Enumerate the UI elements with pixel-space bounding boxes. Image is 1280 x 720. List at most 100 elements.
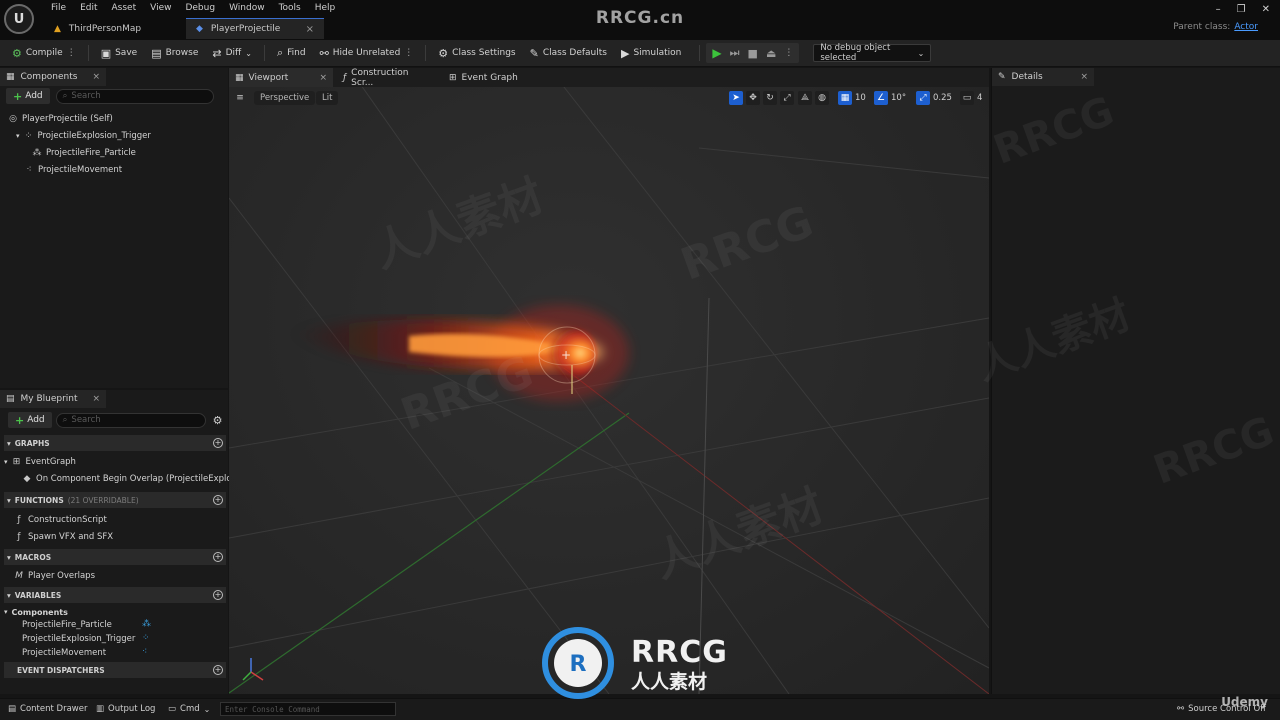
tab-viewport[interactable]: ▦ Viewport × bbox=[229, 68, 333, 87]
world-space-icon[interactable]: ◍ bbox=[815, 91, 829, 105]
console-command-input[interactable]: Enter Console Command bbox=[220, 702, 396, 716]
component-item-explosion-trigger[interactable]: ▾ ⁘ ProjectileExplosion_Trigger bbox=[16, 128, 151, 144]
fire-projectile[interactable]: + bbox=[289, 305, 629, 401]
blueprint-toolbar: ⚙ Compile ⋮ ▣ Save ▤ Browse ⇄ Diff ⌄ ⌕ F… bbox=[0, 40, 1280, 67]
scale-snap[interactable]: ⤢ 0.25 bbox=[916, 91, 952, 105]
play-options-icon[interactable]: ⋮ bbox=[784, 48, 793, 58]
components-search-input[interactable]: ⌕ Search bbox=[55, 88, 214, 104]
component-item-projectile-movement[interactable]: ⁖ ProjectileMovement bbox=[24, 162, 122, 178]
watermark-logo-icon: R bbox=[542, 627, 614, 699]
add-variable-icon[interactable]: + bbox=[213, 590, 223, 600]
step-icon[interactable]: ⏭ bbox=[730, 46, 740, 60]
tab-label: Viewport bbox=[248, 72, 289, 83]
my-blueprint-search-input[interactable]: ⌕ Search bbox=[55, 412, 206, 428]
tab-my-blueprint[interactable]: ▤ My Blueprint × bbox=[0, 390, 106, 408]
details-tab-label: Details bbox=[1011, 72, 1043, 82]
play-controls: ▶ ⏭ ■ ⏏ ⋮ bbox=[706, 43, 800, 63]
function-icon: ƒ bbox=[17, 515, 21, 525]
add-component-button[interactable]: + Add bbox=[6, 88, 50, 104]
add-function-icon[interactable]: + bbox=[213, 495, 223, 505]
sphere-collision-icon: ⁘ bbox=[24, 131, 33, 141]
event-dispatchers-section-header[interactable]: EVENT DISPATCHERS + bbox=[4, 662, 226, 678]
watermark-logo-text: RRCG bbox=[631, 635, 728, 670]
watermark-text: RRCG bbox=[1147, 408, 1280, 494]
tab-construction-script[interactable]: ƒ Construction Scr... bbox=[337, 68, 437, 88]
macro-item-player-overlaps[interactable]: M Player Overlaps bbox=[14, 568, 95, 584]
add-macro-icon[interactable]: + bbox=[213, 552, 223, 562]
stop-icon[interactable]: ■ bbox=[748, 47, 758, 60]
variable-item-projectile-movement[interactable]: ProjectileMovement bbox=[22, 645, 106, 661]
tab-details[interactable]: ✎ Details × bbox=[992, 68, 1094, 86]
content-drawer-button[interactable]: ▤ Content Drawer bbox=[8, 702, 87, 716]
save-button[interactable]: ▣ Save bbox=[95, 42, 144, 64]
search-placeholder: Search bbox=[71, 91, 101, 101]
surface-snapping-icon[interactable]: ⟁ bbox=[798, 91, 812, 105]
hide-unrelated-button[interactable]: ⚯ Hide Unrelated ⋮ bbox=[314, 42, 420, 64]
settings-gear-icon[interactable]: ⚙ bbox=[213, 414, 223, 427]
function-icon: ƒ bbox=[343, 72, 347, 83]
class-defaults-button[interactable]: ✎ Class Defaults bbox=[524, 42, 613, 64]
pivot-marker-icon: + bbox=[561, 348, 571, 362]
graph-item-eventgraph[interactable]: ▾ ⊞ EventGraph bbox=[4, 454, 76, 470]
rotate-icon[interactable]: ↻ bbox=[763, 91, 777, 105]
output-log-button[interactable]: ▥ Output Log bbox=[96, 702, 155, 716]
variables-section-header[interactable]: ▾ VARIABLES + bbox=[4, 587, 226, 603]
camera-speed[interactable]: ▭ 4 bbox=[960, 91, 982, 105]
view-mode-button[interactable]: Perspective bbox=[254, 91, 316, 105]
section-title: GRAPHS bbox=[14, 438, 50, 448]
separator bbox=[87, 45, 89, 61]
tab-components[interactable]: ▦ Components × bbox=[0, 68, 106, 86]
add-label: Add bbox=[25, 91, 43, 101]
compile-options-icon[interactable]: ⋮ bbox=[67, 48, 76, 58]
graph-tabs: ▦ Viewport × ƒ Construction Scr... ⊞ Eve… bbox=[229, 68, 989, 88]
variable-label: ProjectileFire_Particle bbox=[22, 620, 112, 630]
scale-icon[interactable]: ⤢ bbox=[780, 91, 794, 105]
compile-label: Compile bbox=[25, 48, 63, 58]
grid-snap[interactable]: ▦ 10 bbox=[838, 91, 866, 105]
simulation-label: Simulation bbox=[633, 48, 682, 58]
debug-object-select[interactable]: No debug object selected ⌄ bbox=[813, 43, 932, 63]
add-dispatcher-icon[interactable]: + bbox=[213, 665, 223, 675]
graph-item-begin-overlap[interactable]: ◆ On Component Begin Overlap (Projectile… bbox=[22, 471, 249, 487]
compile-button[interactable]: ⚙ Compile ⋮ bbox=[6, 42, 82, 64]
folder-icon: ▤ bbox=[151, 46, 162, 60]
eject-icon[interactable]: ⏏ bbox=[766, 47, 776, 60]
select-mode-icon[interactable]: ➤ bbox=[729, 91, 743, 105]
chevron-down-icon: ▾ bbox=[7, 438, 11, 448]
section-hint: (21 OVERRIDABLE) bbox=[67, 495, 139, 505]
diff-button[interactable]: ⇄ Diff ⌄ bbox=[206, 42, 258, 64]
rotation-snap[interactable]: ∠ 10° bbox=[874, 91, 906, 105]
simulation-button[interactable]: ▶ Simulation bbox=[615, 42, 687, 64]
my-blueprint-tab-label: My Blueprint bbox=[20, 394, 78, 404]
close-icon[interactable]: × bbox=[92, 394, 100, 404]
viewport-canvas[interactable]: + 人人素材 RRCG RRCG 人人素材 bbox=[229, 68, 989, 694]
class-settings-button[interactable]: ⚙ Class Settings bbox=[432, 42, 521, 64]
lighting-mode-button[interactable]: Lit bbox=[316, 91, 339, 105]
tab-event-graph[interactable]: ⊞ Event Graph bbox=[443, 68, 533, 87]
group-label: Components bbox=[11, 607, 68, 617]
component-item-self[interactable]: ◎ PlayerProjectile (Self) bbox=[8, 111, 113, 127]
tab-label: Event Graph bbox=[461, 72, 518, 83]
functions-section-header[interactable]: ▾ FUNCTIONS (21 OVERRIDABLE) + bbox=[4, 492, 226, 508]
close-icon[interactable]: × bbox=[92, 72, 100, 82]
macros-section-header[interactable]: ▾ MACROS + bbox=[4, 549, 226, 565]
close-icon[interactable]: × bbox=[1080, 72, 1088, 82]
add-graph-icon[interactable]: + bbox=[213, 438, 223, 448]
search-icon: ⌕ bbox=[276, 46, 284, 59]
function-item-spawn-vfx[interactable]: ƒ Spawn VFX and SFX bbox=[14, 529, 113, 545]
translate-icon[interactable]: ✥ bbox=[746, 91, 760, 105]
browse-button[interactable]: ▤ Browse bbox=[145, 42, 204, 64]
component-item-fire-particle[interactable]: ⁂ ProjectileFire_Particle bbox=[32, 145, 136, 161]
cmd-select[interactable]: ▭ Cmd ⌄ bbox=[168, 702, 210, 716]
play-icon[interactable]: ▶ bbox=[712, 46, 721, 60]
hide-options-icon[interactable]: ⋮ bbox=[404, 48, 413, 58]
graphs-section-header[interactable]: ▾ GRAPHS + bbox=[4, 435, 226, 451]
close-icon[interactable]: × bbox=[319, 73, 327, 83]
viewport-menu-icon[interactable]: ≡ bbox=[233, 91, 247, 105]
particle-icon: ⁂ bbox=[32, 148, 42, 158]
function-item-construction-script[interactable]: ƒ ConstructionScript bbox=[14, 512, 106, 528]
search-icon: ⌕ bbox=[62, 91, 68, 101]
find-button[interactable]: ⌕ Find bbox=[271, 42, 312, 64]
add-member-button[interactable]: + Add bbox=[8, 412, 52, 428]
output-log-label: Output Log bbox=[108, 704, 156, 714]
